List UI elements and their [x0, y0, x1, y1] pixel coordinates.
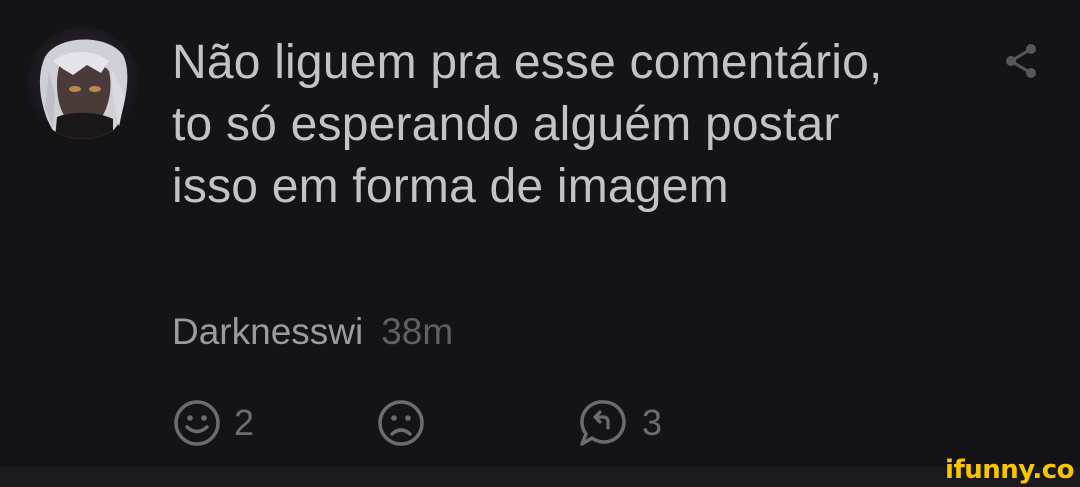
avatar[interactable] [27, 27, 139, 139]
like-button[interactable]: 2 [172, 398, 254, 448]
reply-bubble-icon [580, 400, 626, 446]
avatar-image [27, 27, 139, 139]
ifunny-watermark: ifunny.co [945, 455, 1074, 485]
like-count: 2 [234, 402, 255, 443]
share-icon [1006, 44, 1036, 78]
timestamp: 38m [381, 311, 454, 352]
comment-card: Não liguem pra esse comentário, to só es… [0, 0, 1080, 467]
footer-bar [0, 467, 1080, 487]
comment-meta: Darknesswi 38m [172, 310, 453, 354]
frown-icon [378, 400, 424, 446]
reply-button[interactable]: 3 [578, 398, 662, 448]
share-button[interactable] [1000, 40, 1042, 82]
reply-count: 3 [642, 402, 663, 443]
smile-icon [174, 400, 220, 446]
comment-text: Não liguem pra esse comentário, to só es… [172, 36, 883, 213]
username[interactable]: Darknesswi [172, 311, 363, 352]
dislike-button[interactable] [376, 398, 426, 448]
